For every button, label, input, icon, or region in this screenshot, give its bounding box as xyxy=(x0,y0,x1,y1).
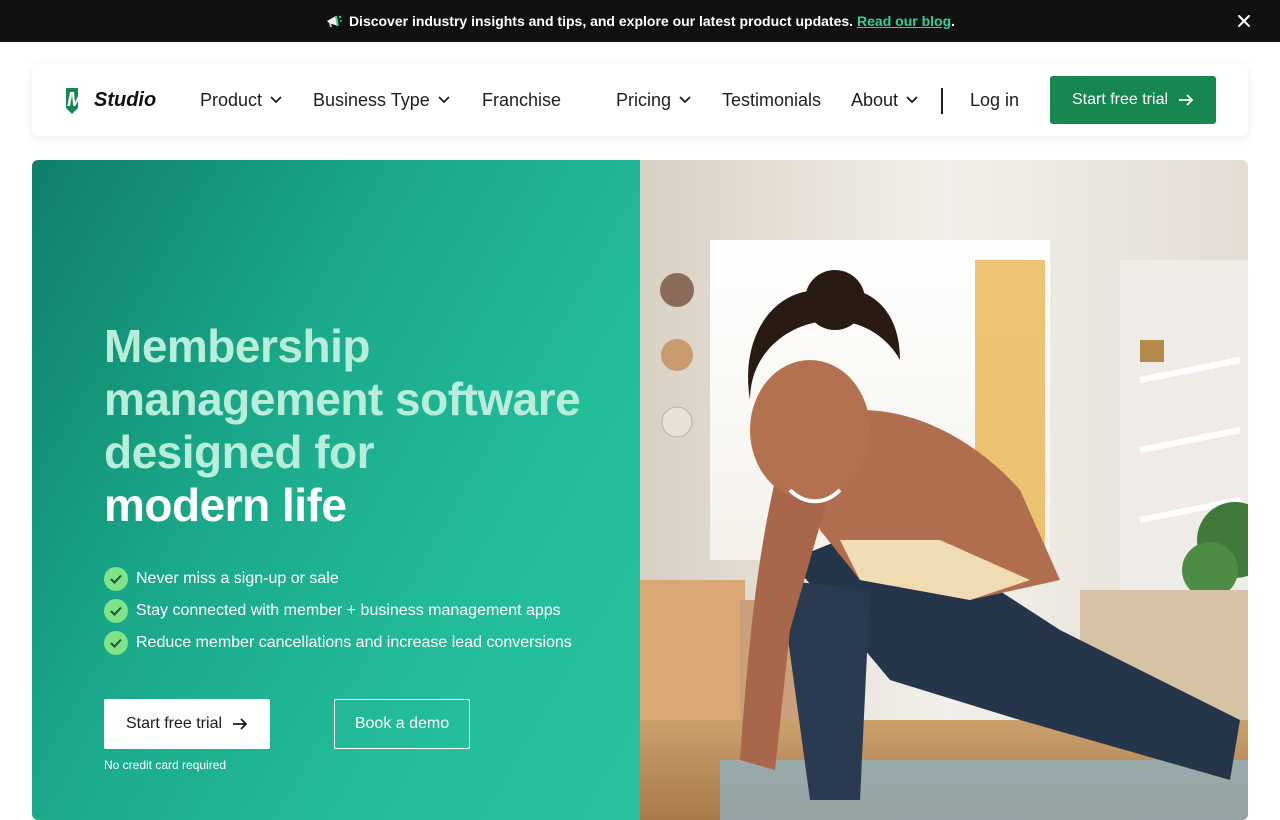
cta-label: Start free trial xyxy=(1071,91,1169,108)
hero-start-free-trial-button[interactable]: Start free trial xyxy=(104,699,270,749)
feature-text: Stay connected with member + business ma… xyxy=(136,602,561,619)
book-demo-button[interactable]: Book a demo xyxy=(334,699,470,749)
read-blog-link[interactable]: Read our blog xyxy=(857,13,951,29)
main-nav: My Studio Product Business Type Franchis… xyxy=(32,64,1248,136)
nav-item-pricing[interactable]: Pricing xyxy=(616,88,691,112)
hero-title-line: Membership xyxy=(104,320,370,372)
chevron-down-icon xyxy=(438,96,450,104)
nav-divider xyxy=(941,88,943,114)
nav-item-testimonials[interactable]: Testimonials xyxy=(722,88,821,112)
megaphone-icon xyxy=(325,12,343,30)
button-label: Book a demo xyxy=(354,715,450,732)
login-label: Log in xyxy=(970,89,1020,110)
chevron-down-icon xyxy=(906,96,918,104)
nav-item-product[interactable]: Product xyxy=(200,88,282,112)
feature-item: Stay connected with member + business ma… xyxy=(104,595,572,627)
feature-text: Never miss a sign-up or sale xyxy=(136,570,339,587)
feature-item: Never miss a sign-up or sale xyxy=(104,563,572,595)
hero-section: Membership management software designed … xyxy=(32,160,1248,820)
nav-item-about[interactable]: About xyxy=(851,88,918,112)
chevron-down-icon xyxy=(270,96,282,104)
nav-item-label: Product xyxy=(200,89,263,110)
hero-photo xyxy=(640,160,1248,820)
nav-item-label: Pricing xyxy=(616,89,672,110)
mystudio-logo[interactable]: My Studio xyxy=(64,82,170,116)
login-link[interactable]: Log in xyxy=(970,88,1019,112)
check-icon xyxy=(104,567,128,591)
nav-item-franchise[interactable]: Franchise xyxy=(482,88,561,112)
hero-title-line: designed for xyxy=(104,426,375,478)
svg-text:My: My xyxy=(67,89,96,111)
chevron-down-icon xyxy=(679,96,691,104)
arrow-right-icon xyxy=(1178,93,1194,107)
hero-content-panel: Membership management software designed … xyxy=(32,160,640,820)
svg-text:Studio: Studio xyxy=(94,89,156,111)
hero-title: Membership management software designed … xyxy=(104,320,604,532)
start-free-trial-button[interactable]: Start free trial xyxy=(1050,76,1216,124)
nav-item-label: About xyxy=(851,89,899,110)
hero-title-emphasis: modern life xyxy=(104,479,347,531)
feature-text: Reduce member cancellations and increase… xyxy=(136,634,572,651)
check-icon xyxy=(104,599,128,623)
nav-item-label: Testimonials xyxy=(722,89,822,110)
hero-title-line: management software xyxy=(104,373,581,425)
feature-item: Reduce member cancellations and increase… xyxy=(104,627,572,659)
feature-list: Never miss a sign-up or sale Stay connec… xyxy=(104,563,572,659)
announcement-trailing: . xyxy=(951,13,956,29)
check-icon xyxy=(104,631,128,655)
nav-item-label: Franchise xyxy=(482,89,562,110)
no-credit-card-note: No credit card required xyxy=(104,758,227,772)
arrow-right-icon xyxy=(232,717,248,731)
button-label: Start free trial xyxy=(125,715,223,732)
nav-item-label: Business Type xyxy=(313,89,430,110)
close-icon[interactable] xyxy=(1236,13,1252,29)
announcement-text: Discover industry insights and tips, and… xyxy=(348,13,854,29)
nav-item-business-type[interactable]: Business Type xyxy=(313,88,450,112)
announcement-bar: Discover industry insights and tips, and… xyxy=(0,0,1280,42)
